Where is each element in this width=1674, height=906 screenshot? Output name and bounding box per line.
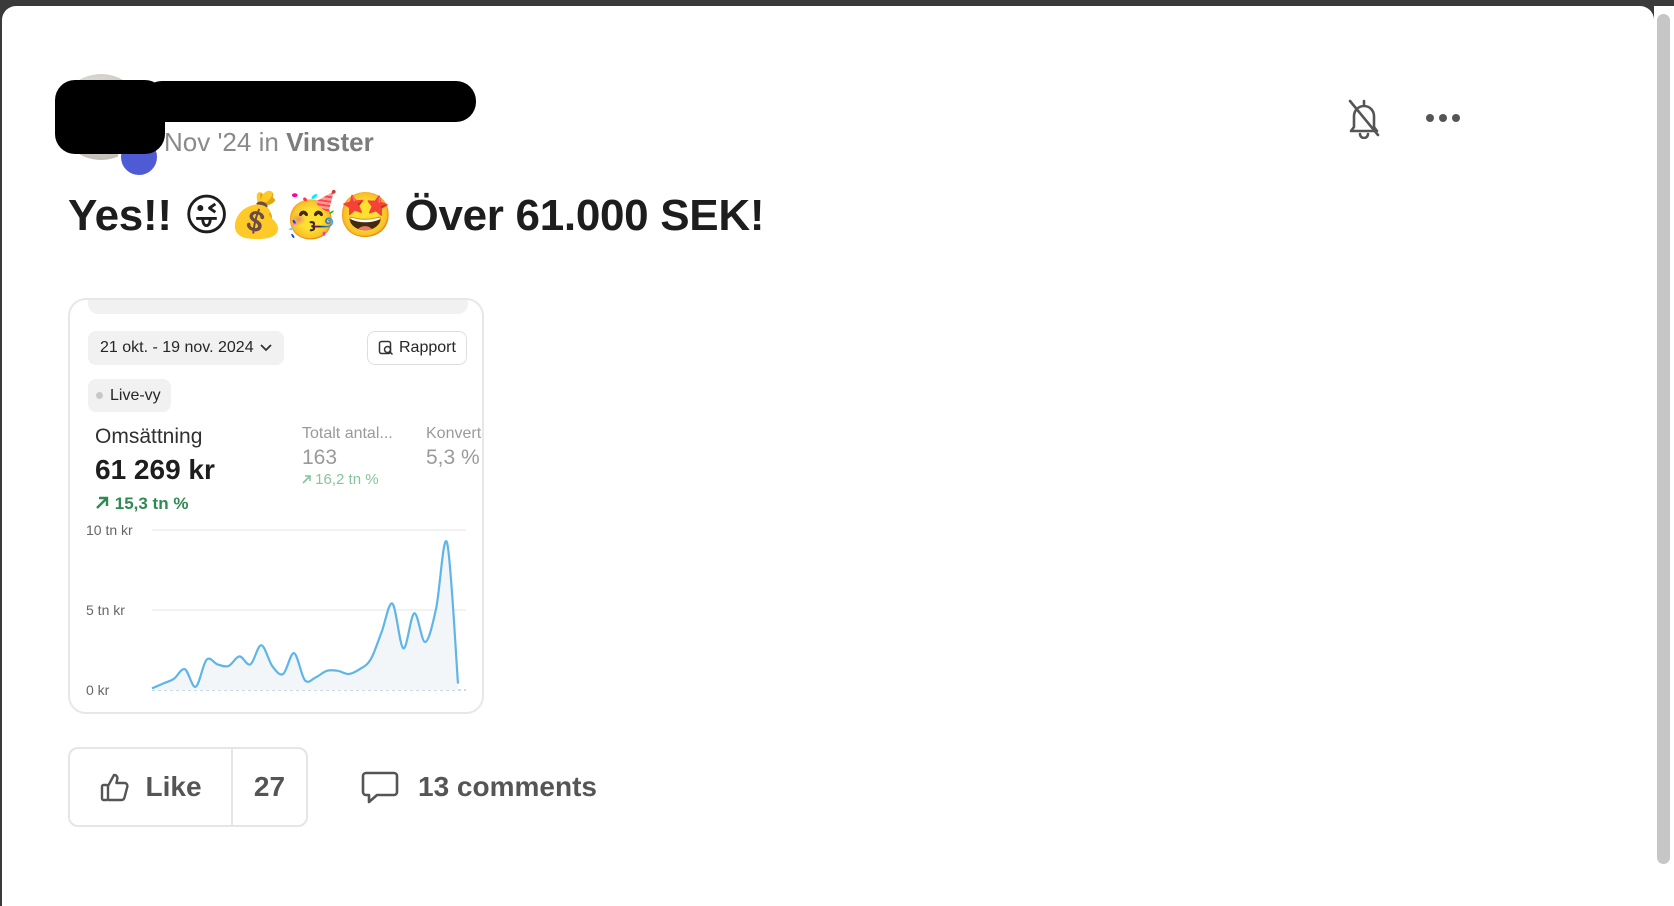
- thumbs-up-icon: [101, 773, 130, 802]
- bell-off-icon: [1348, 99, 1380, 139]
- revenue-line-chart: 10 tn kr 5 tn kr 0 kr 21 okt. 31 okt. 10 nov.: [86, 522, 466, 714]
- like-label: Like: [145, 771, 202, 802]
- scrollbar[interactable]: [1654, 6, 1674, 906]
- comments-label: 13 comments: [418, 771, 597, 802]
- chart-x-tick-label: 10 nov.: [342, 709, 387, 714]
- chart-y-tick-label: 0 kr: [86, 682, 110, 698]
- post-meta-in: in: [258, 127, 279, 157]
- post-date: Nov '24: [164, 127, 252, 157]
- like-button[interactable]: Like: [70, 749, 233, 825]
- post-title: Yes!! 😜💰🥳🤩 Över 61.000 SEK!: [68, 191, 765, 240]
- post-meta: Nov '24 in Vinster: [164, 127, 374, 158]
- chart-y-tick-label: 10 tn kr: [86, 522, 133, 538]
- chart-x-tick-label: 31 okt.: [236, 709, 278, 714]
- notifications-off-button[interactable]: [1342, 94, 1386, 142]
- post-window: Nov '24 in Vinster Yes!! 😜💰🥳🤩 Över 61.00…: [2, 6, 1654, 906]
- post-category-link[interactable]: Vinster: [286, 127, 374, 157]
- post-image-attachment[interactable]: 21 okt. - 19 nov. 2024 Rapport Live-vy O…: [68, 298, 484, 714]
- scrollbar-thumb[interactable]: [1657, 14, 1670, 864]
- chart-y-tick-label: 5 tn kr: [86, 602, 125, 618]
- comments-button[interactable]: 13 comments: [360, 764, 597, 810]
- like-group: Like 27: [68, 747, 308, 827]
- chart-x-tick-label: 21 okt.: [130, 709, 172, 714]
- more-options-button[interactable]: [1420, 102, 1466, 134]
- ellipsis-icon: [1426, 114, 1460, 122]
- comment-bubble-icon: [361, 771, 399, 804]
- redaction-block: [142, 81, 476, 122]
- like-count[interactable]: 27: [233, 749, 306, 825]
